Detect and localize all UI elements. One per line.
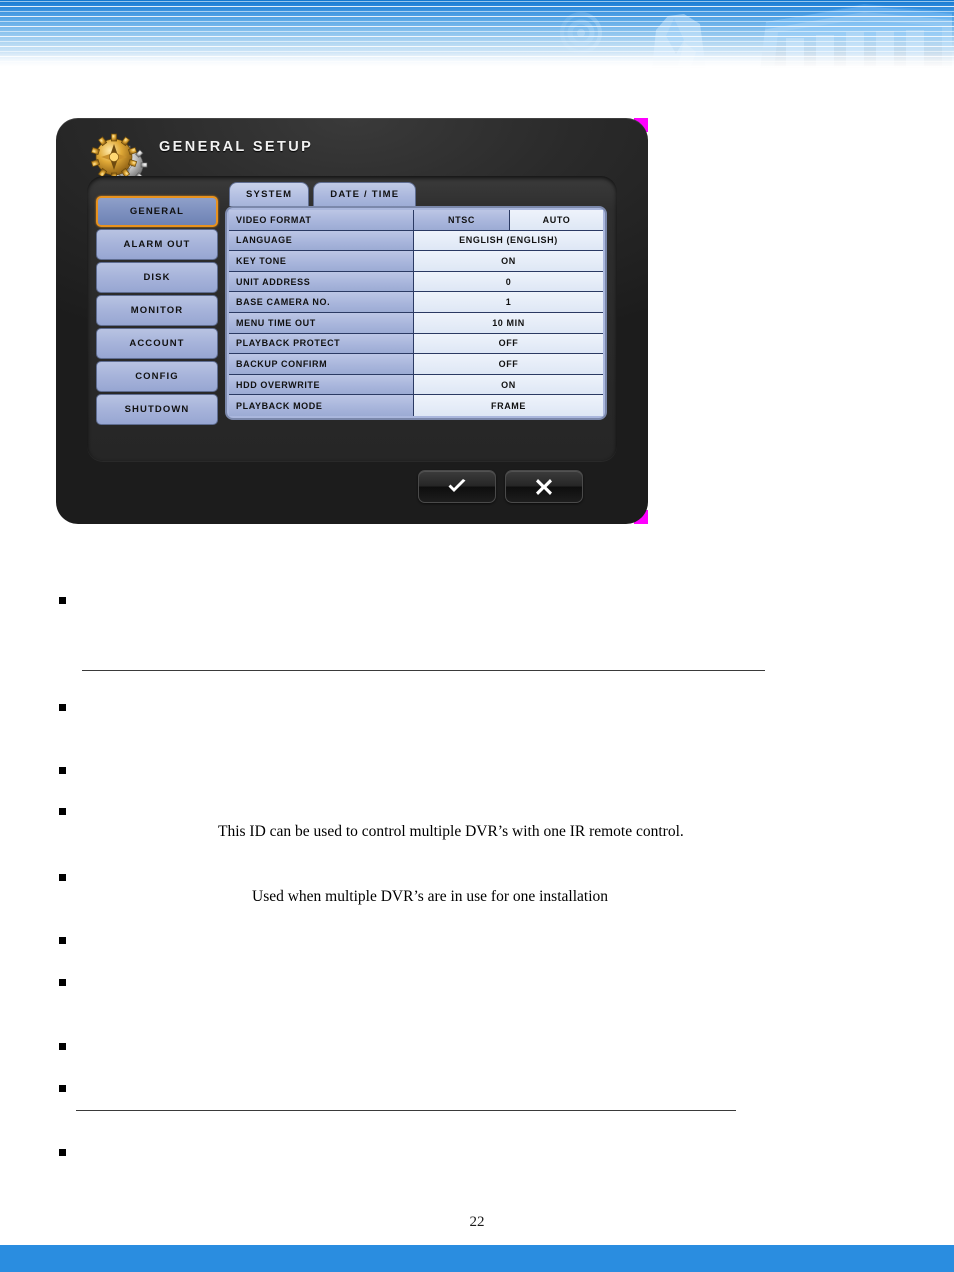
setting-label: BASE CAMERA NO. bbox=[229, 292, 414, 312]
dvr-sidebar: GENERAL ALARM OUT DISK MONITOR ACCOUNT C… bbox=[96, 196, 218, 425]
setting-label: MENU TIME OUT bbox=[229, 312, 414, 333]
dvr-titlebar: GENERAL SETUP bbox=[56, 118, 648, 185]
sidebar-item-account[interactable]: ACCOUNT bbox=[96, 328, 218, 359]
setting-value-video-format[interactable]: NTSC bbox=[414, 210, 510, 230]
dvr-settings-pane: SYSTEM DATE / TIME VIDEO FORMAT NTSC AUT… bbox=[225, 182, 607, 420]
setting-value-playback-protect[interactable]: OFF bbox=[414, 333, 603, 354]
sidebar-item-label: CONFIG bbox=[135, 371, 179, 382]
sidebar-item-general[interactable]: GENERAL bbox=[96, 196, 218, 227]
list-item bbox=[59, 704, 66, 711]
check-icon bbox=[448, 478, 466, 492]
sidebar-item-label: SHUTDOWN bbox=[124, 404, 190, 415]
dvr-inner-board: GENERAL ALARM OUT DISK MONITOR ACCOUNT C… bbox=[87, 176, 617, 461]
page-header-banner bbox=[0, 0, 954, 70]
setting-value-base-camera-no[interactable]: 1 bbox=[414, 292, 603, 312]
paragraph-multiple-dvr-note: Used when multiple DVR’s are in use for … bbox=[252, 888, 609, 905]
table-row[interactable]: MENU TIME OUT 10 MIN bbox=[229, 312, 603, 334]
tab-label: SYSTEM bbox=[246, 189, 293, 200]
dvr-window-bezel: GENERAL SETUP GENERAL ALARM OUT DISK MON… bbox=[56, 118, 648, 524]
table-row[interactable]: UNIT ADDRESS 0 bbox=[229, 271, 603, 293]
setting-label: PLAYBACK MODE bbox=[229, 395, 414, 416]
sidebar-item-label: GENERAL bbox=[129, 206, 185, 217]
list-item bbox=[59, 979, 66, 986]
table-row[interactable]: VIDEO FORMAT NTSC AUTO bbox=[229, 210, 603, 231]
setting-label: PLAYBACK PROTECT bbox=[229, 333, 414, 354]
sidebar-item-label: ALARM OUT bbox=[123, 239, 191, 250]
dvr-action-buttons bbox=[418, 470, 583, 503]
sidebar-item-label: ACCOUNT bbox=[129, 338, 185, 349]
list-item bbox=[59, 937, 66, 944]
tab-date-time[interactable]: DATE / TIME bbox=[313, 182, 417, 206]
sidebar-item-monitor[interactable]: MONITOR bbox=[96, 295, 218, 326]
setting-label: KEY TONE bbox=[229, 251, 414, 271]
sidebar-item-alarm-out[interactable]: ALARM OUT bbox=[96, 229, 218, 260]
sidebar-item-shutdown[interactable]: SHUTDOWN bbox=[96, 394, 218, 425]
setting-label: HDD OVERWRITE bbox=[229, 374, 414, 395]
table-row[interactable]: BASE CAMERA NO. 1 bbox=[229, 292, 603, 313]
table-row[interactable]: PLAYBACK MODE FRAME bbox=[229, 395, 603, 416]
table-row[interactable]: BACKUP CONFIRM OFF bbox=[229, 354, 603, 375]
sidebar-item-config[interactable]: CONFIG bbox=[96, 361, 218, 392]
horizontal-rule-upper bbox=[82, 670, 765, 671]
page-number: 22 bbox=[469, 1214, 485, 1230]
tab-system[interactable]: SYSTEM bbox=[229, 182, 310, 206]
list-item bbox=[59, 1149, 66, 1156]
system-settings-table: VIDEO FORMAT NTSC AUTO LANGUAGE ENGLISH … bbox=[225, 206, 607, 420]
page-footer-bar bbox=[0, 1245, 954, 1272]
sidebar-item-label: MONITOR bbox=[130, 305, 184, 316]
table-row[interactable]: PLAYBACK PROTECT OFF bbox=[229, 333, 603, 355]
list-item bbox=[59, 767, 66, 774]
setting-label: BACKUP CONFIRM bbox=[229, 354, 414, 374]
sidebar-item-label: DISK bbox=[143, 272, 171, 283]
tab-label: DATE / TIME bbox=[330, 189, 400, 200]
setting-value-unit-address[interactable]: 0 bbox=[414, 271, 603, 292]
setting-label: UNIT ADDRESS bbox=[229, 271, 414, 292]
cancel-button[interactable] bbox=[505, 470, 583, 503]
dvr-general-setup-screenshot: GENERAL SETUP GENERAL ALARM OUT DISK MON… bbox=[56, 118, 648, 524]
setting-value-language[interactable]: ENGLISH (ENGLISH) bbox=[414, 230, 603, 251]
paragraph-ir-remote-note: This ID can be used to control multiple … bbox=[218, 823, 684, 840]
setting-value-backup-confirm[interactable]: OFF bbox=[414, 354, 603, 374]
setting-value-key-tone[interactable]: ON bbox=[414, 251, 603, 271]
setting-label: VIDEO FORMAT bbox=[229, 210, 414, 230]
list-item bbox=[59, 1085, 66, 1092]
dvr-title: GENERAL SETUP bbox=[159, 139, 314, 155]
setting-value-hdd-overwrite[interactable]: ON bbox=[414, 374, 603, 395]
setting-label: LANGUAGE bbox=[229, 230, 414, 251]
sidebar-item-disk[interactable]: DISK bbox=[96, 262, 218, 293]
table-row[interactable]: KEY TONE ON bbox=[229, 251, 603, 272]
dvr-tabstrip: SYSTEM DATE / TIME bbox=[225, 182, 607, 206]
table-row[interactable]: LANGUAGE ENGLISH (ENGLISH) bbox=[229, 230, 603, 252]
table-row[interactable]: HDD OVERWRITE ON bbox=[229, 374, 603, 396]
list-item bbox=[59, 874, 66, 881]
list-item bbox=[59, 1043, 66, 1050]
horizontal-rule-lower bbox=[76, 1110, 736, 1111]
banner-bottom-fade bbox=[0, 52, 954, 70]
close-icon bbox=[536, 478, 552, 495]
list-item bbox=[59, 597, 66, 604]
setting-value-playback-mode[interactable]: FRAME bbox=[414, 395, 603, 416]
setting-value-menu-time-out[interactable]: 10 MIN bbox=[414, 312, 603, 333]
list-item bbox=[59, 808, 66, 815]
confirm-button[interactable] bbox=[418, 470, 496, 503]
setting-value-video-format-auto[interactable]: AUTO bbox=[510, 210, 603, 230]
